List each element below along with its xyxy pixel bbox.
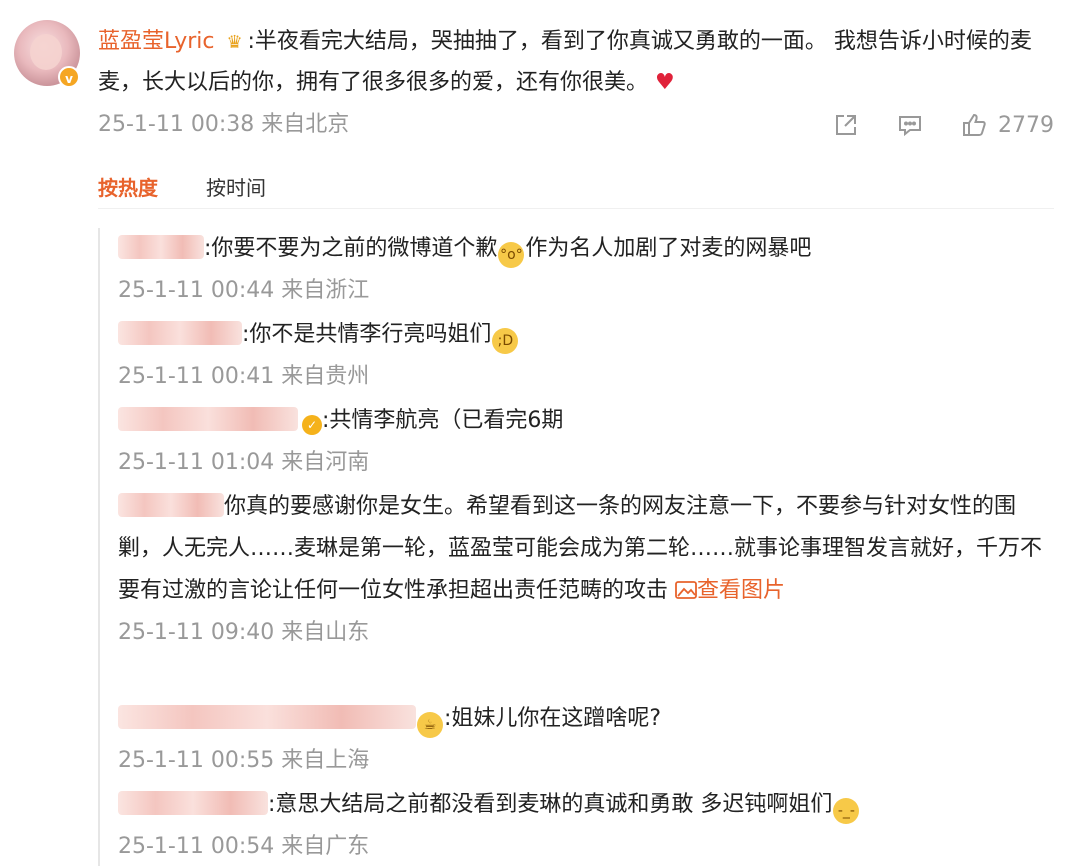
reply-item: 你真的要感谢你是女生。希望看到这一条的网友注意一下，不要参与针对女性的围剿，人无… <box>118 486 1048 654</box>
post-timestamp: 25-1-11 00:38 来自北京 <box>98 112 350 137</box>
reply-text: 你真的要感谢你是女生。希望看到这一条的网友注意一下，不要参与针对女性的围剿，人无… <box>118 494 1043 603</box>
tab-sort-hot[interactable]: 按热度 <box>98 172 158 201</box>
reply-text: :共情李航亮（已看完6期 <box>322 408 564 433</box>
image-icon <box>675 581 697 599</box>
blurred-username <box>118 791 268 815</box>
reply-text: :姐妹儿你在这蹭啥呢? <box>444 706 662 731</box>
verified-badge-icon: v <box>58 66 80 88</box>
reply-text: :你要不要为之前的微博道个歉 <box>204 236 498 261</box>
blurred-username <box>118 493 224 517</box>
crown-icon: ♛ <box>226 32 243 53</box>
reply-item: :意思大结局之前都没看到麦琳的真诚和勇敢 多迟钝啊姐们 -_- 25-1-11 0… <box>118 784 1048 868</box>
reply-timestamp: 25-1-11 00:41 来自贵州 <box>118 364 370 389</box>
post-text: 蓝盈莹Lyric ♛:半夜看完大结局，哭抽抽了，看到了你真诚又勇敢的一面。 我想… <box>98 22 1058 103</box>
reply-list: :你要不要为之前的微博道个歉 °o° 作为名人加剧了对麦的网暴吧 25-1-11 0… <box>98 228 1060 866</box>
share-button[interactable] <box>832 111 860 139</box>
reply-item: :你不是共情李行亮吗姐们 ;D 25-1-11 00:41 来自贵州 <box>118 314 1048 398</box>
view-image-link[interactable]: 查看图片 <box>675 578 785 603</box>
comment-icon <box>899 116 921 137</box>
reply-timestamp: 25-1-11 00:44 来自浙江 <box>118 278 370 303</box>
blurred-username <box>118 705 416 729</box>
reply-timestamp: 25-1-11 09:40 来自山东 <box>118 620 370 645</box>
smirk-emoji-icon: -_- <box>833 798 860 824</box>
blurred-username <box>118 235 204 259</box>
heart-icon: ♥ <box>655 70 675 95</box>
view-image-label: 查看图片 <box>697 578 786 603</box>
reply-text: :你不是共情李行亮吗姐们 <box>242 322 492 347</box>
main-post: v 蓝盈莹Lyric ♛:半夜看完大结局，哭抽抽了，看到了你真诚又勇敢的一面。 … <box>0 0 1080 160</box>
like-button[interactable]: 2779 <box>960 111 1054 139</box>
shocked-emoji-icon: °o° <box>498 242 525 268</box>
blurred-username <box>118 321 242 345</box>
reply-text-cont: 作为名人加剧了对麦的网暴吧 <box>525 236 812 261</box>
reply-timestamp: 25-1-11 00:54 来自广东 <box>118 834 370 859</box>
share-icon <box>836 115 856 135</box>
comment-button[interactable] <box>896 111 924 139</box>
post-actions: 2779 <box>796 108 1054 142</box>
reply-text: :意思大结局之前都没看到麦琳的真诚和勇敢 多迟钝啊姐们 <box>268 792 833 817</box>
post-author-name[interactable]: 蓝盈莹Lyric <box>98 29 215 54</box>
reply-timestamp: 25-1-11 00:55 来自上海 <box>118 748 370 773</box>
tab-sort-time[interactable]: 按时间 <box>206 172 266 201</box>
reply-item: ✓:共情李航亮（已看完6期 25-1-11 01:04 来自河南 <box>118 400 1048 484</box>
reply-item: :你要不要为之前的微博道个歉 °o° 作为名人加剧了对麦的网暴吧 25-1-11 0… <box>118 228 1048 312</box>
sort-bar: 按热度 按时间 <box>98 172 1054 209</box>
like-icon <box>963 113 986 136</box>
badge-emoji-icon: ☕ <box>417 712 443 738</box>
blurred-username <box>118 407 298 431</box>
avatar-face <box>30 34 62 70</box>
reply-timestamp: 25-1-11 01:04 来自河南 <box>118 450 370 475</box>
verified-badge-icon: ✓ <box>302 415 322 435</box>
like-count: 2779 <box>998 112 1054 138</box>
laugh-cry-emoji-icon: ;D <box>492 328 519 354</box>
reply-item: ☕:姐妹儿你在这蹭啥呢? 25-1-11 00:55 来自上海 <box>118 698 1048 782</box>
